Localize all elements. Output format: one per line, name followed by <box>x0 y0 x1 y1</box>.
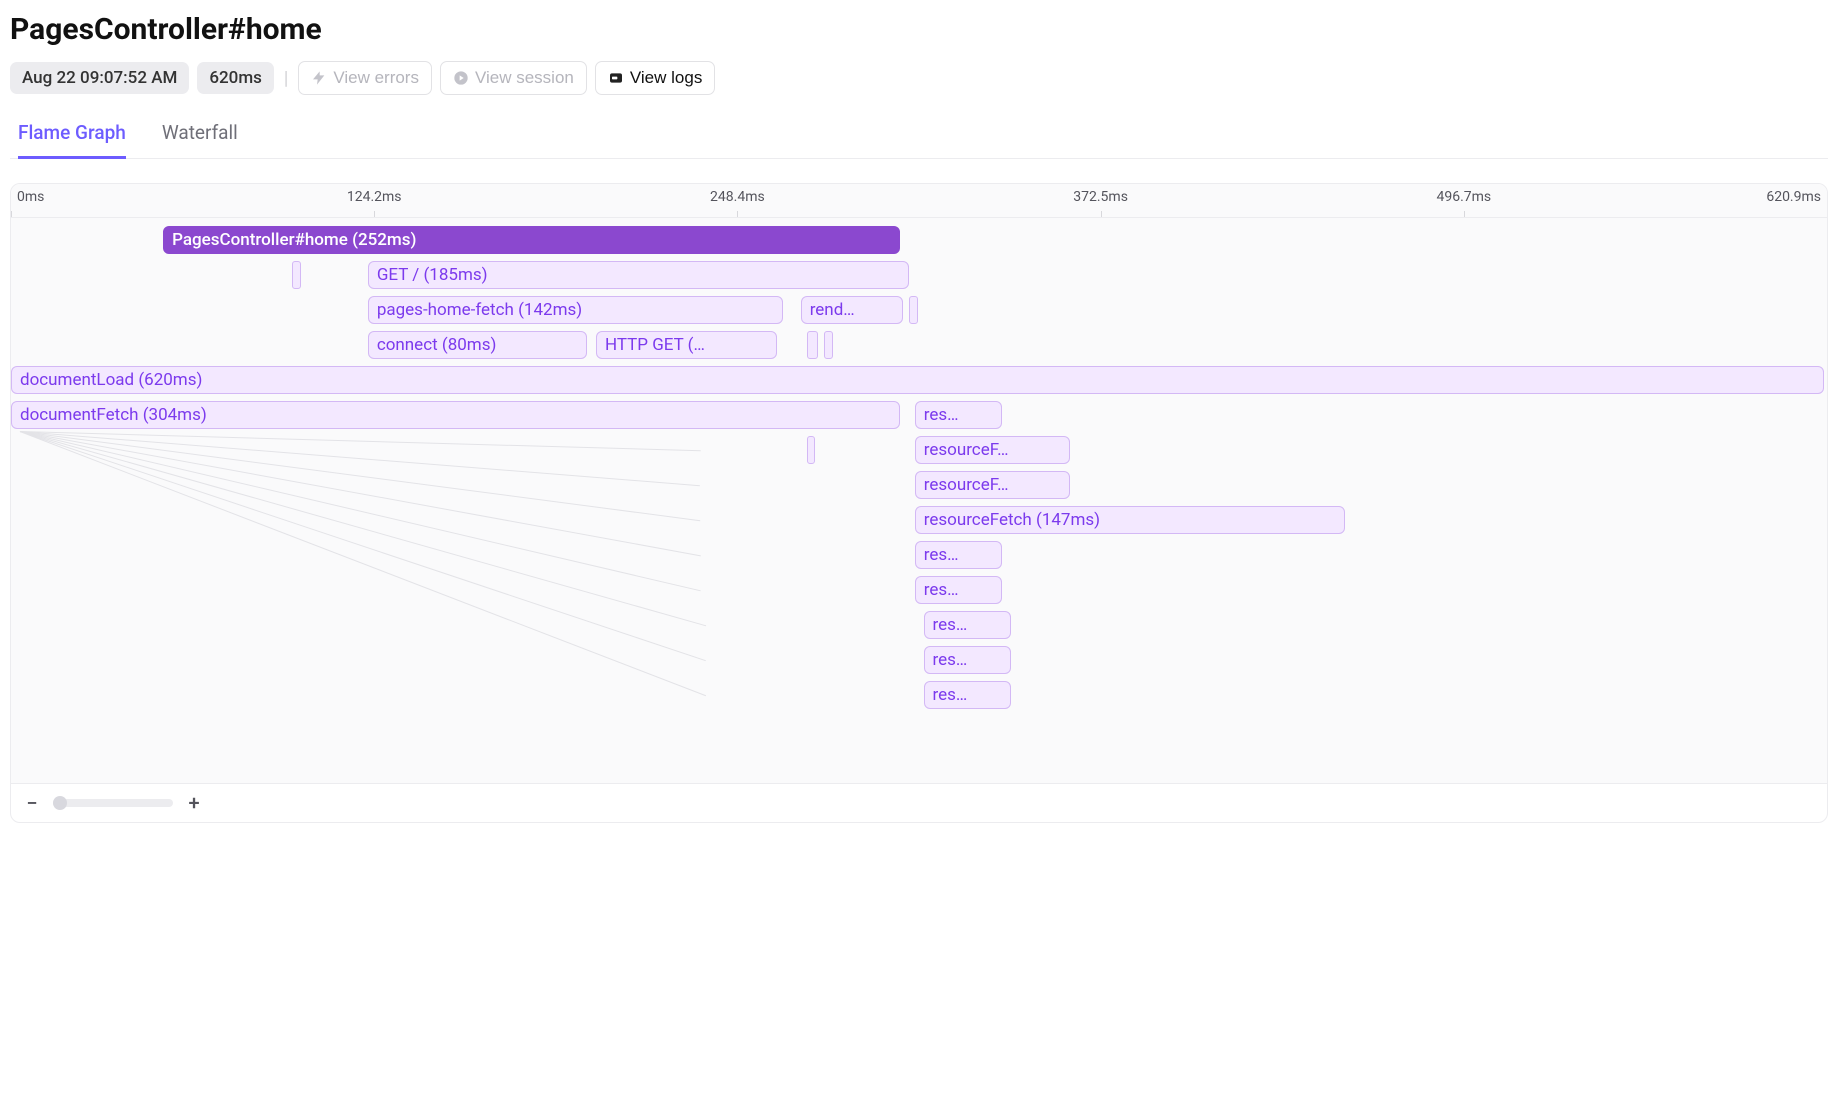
meta-row: Aug 22 09:07:52 AM 620ms | View errors V… <box>10 61 1828 95</box>
tab-flame-graph[interactable]: Flame Graph <box>18 113 126 159</box>
span-bar[interactable]: res… <box>924 611 1012 639</box>
span-bar[interactable]: res… <box>915 576 1003 604</box>
tab-waterfall[interactable]: Waterfall <box>162 113 238 159</box>
flame-canvas: 0ms 124.2ms 248.4ms 372.5ms 496.7ms 620.9ms P… <box>10 183 1828 823</box>
view-errors-button[interactable]: View errors <box>298 61 432 95</box>
flame-area[interactable]: PagesController#home (252ms) GET / (185ms… <box>11 218 1827 783</box>
zoom-controls: − + <box>11 783 1827 822</box>
span-bar[interactable]: resourceF… <box>915 471 1070 499</box>
ruler-tick: 372.5ms <box>1073 189 1128 205</box>
view-errors-label: View errors <box>333 68 419 88</box>
span-bar[interactable] <box>909 296 918 324</box>
span-bar[interactable]: PagesController#home (252ms) <box>163 226 900 254</box>
span-bar[interactable]: pages-home-fetch (142ms) <box>368 296 783 324</box>
zoom-in-button[interactable]: + <box>185 794 203 812</box>
zoom-out-button[interactable]: − <box>23 794 41 812</box>
ruler-tick: 0ms <box>17 189 44 205</box>
connector-line <box>20 431 701 591</box>
timestamp-pill: Aug 22 09:07:52 AM <box>10 62 189 94</box>
ruler-tick: 248.4ms <box>710 189 765 205</box>
span-bar[interactable] <box>807 436 816 464</box>
duration-pill: 620ms <box>197 62 274 94</box>
span-bar[interactable]: connect (80ms) <box>368 331 587 359</box>
span-bar[interactable]: GET / (185ms) <box>368 261 909 289</box>
connector-line <box>20 431 706 696</box>
view-session-label: View session <box>475 68 574 88</box>
span-bar[interactable] <box>807 331 819 359</box>
connector-line <box>20 431 700 486</box>
span-bar[interactable] <box>292 261 301 289</box>
ruler-tick: 620.9ms <box>1766 189 1821 205</box>
view-logs-button[interactable]: View logs <box>595 61 715 95</box>
view-session-button[interactable]: View session <box>440 61 587 95</box>
zoom-thumb[interactable] <box>53 796 67 810</box>
span-bar[interactable]: res… <box>915 541 1003 569</box>
span-bar[interactable]: HTTP GET (… <box>596 331 777 359</box>
span-bar[interactable] <box>824 331 833 359</box>
bolt-icon <box>311 70 327 86</box>
tabs: Flame Graph Waterfall <box>10 113 1828 159</box>
zoom-slider[interactable] <box>53 799 173 807</box>
connector-line <box>20 431 700 451</box>
span-bar[interactable]: resourceFetch (147ms) <box>915 506 1345 534</box>
ruler-tick: 496.7ms <box>1436 189 1491 205</box>
span-bar[interactable]: res… <box>915 401 1003 429</box>
span-bar[interactable]: rend… <box>801 296 903 324</box>
play-circle-icon <box>453 70 469 86</box>
span-bar[interactable]: documentLoad (620ms) <box>11 366 1824 394</box>
ruler-tick: 124.2ms <box>347 189 402 205</box>
time-ruler: 0ms 124.2ms 248.4ms 372.5ms 496.7ms 620.9ms <box>11 184 1827 218</box>
span-bar[interactable]: res… <box>924 646 1012 674</box>
span-bar[interactable]: documentFetch (304ms) <box>11 401 900 429</box>
page-title: PagesController#home <box>10 12 1828 47</box>
separator: | <box>282 68 290 89</box>
span-bar[interactable]: res… <box>924 681 1012 709</box>
connector-line <box>20 431 700 521</box>
connector-line <box>20 431 706 661</box>
span-bar[interactable]: resourceF… <box>915 436 1070 464</box>
view-logs-label: View logs <box>630 68 702 88</box>
logs-icon <box>608 70 624 86</box>
connector-line <box>20 431 701 556</box>
connector-line <box>20 431 706 626</box>
